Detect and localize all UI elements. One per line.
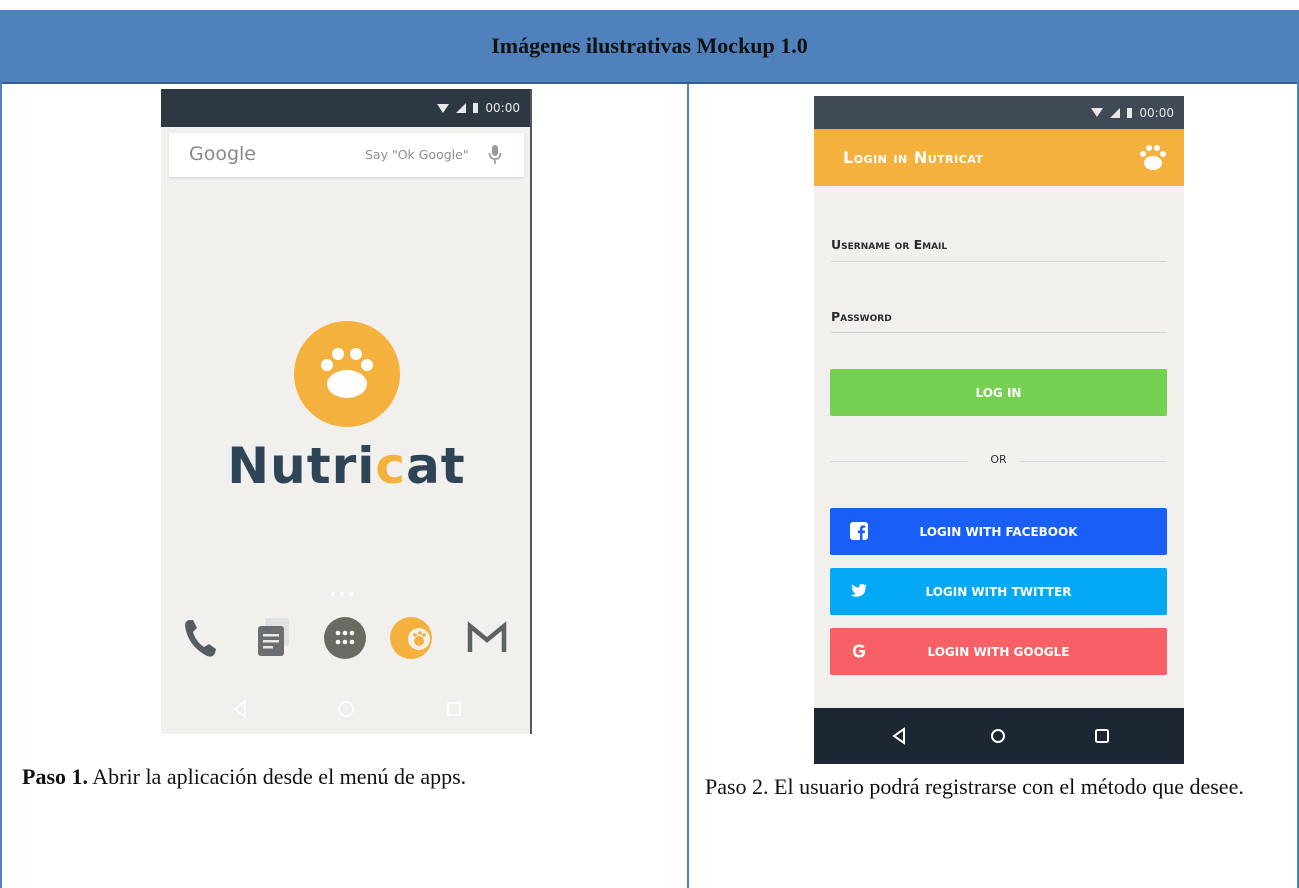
status-bar: 00:00	[814, 96, 1184, 129]
app-dock	[181, 616, 521, 660]
google-login-button[interactable]: LOGIN WITH GOOGLE	[830, 628, 1167, 675]
username-field[interactable]: Username or Email	[831, 237, 947, 252]
back-icon[interactable]	[233, 699, 246, 719]
username-underline	[831, 261, 1167, 262]
facebook-login-button[interactable]: LOGIN WITH FACEBOOK	[830, 508, 1167, 555]
messages-icon[interactable]	[255, 616, 291, 665]
home-screen-mockup: 00:00 Google Say "Ok Google" Nutricat	[161, 89, 532, 734]
phone-icon[interactable]	[183, 616, 219, 665]
page-indicator	[331, 592, 353, 596]
nutricat-wordmark: Nutricat	[227, 437, 466, 495]
recents-icon[interactable]	[1095, 729, 1109, 743]
voice-search-hint: Say "Ok Google"	[365, 147, 469, 162]
back-icon[interactable]	[892, 727, 905, 745]
recents-icon[interactable]	[447, 702, 461, 716]
step-1-caption: Paso 1. Abrir la aplicación desde el men…	[22, 764, 466, 790]
step-2-caption: Paso 2. El usuario podrá registrarse con…	[705, 774, 1244, 799]
signal-icon	[456, 103, 467, 113]
wifi-icon	[437, 103, 450, 113]
navigation-bar	[161, 686, 530, 734]
status-time: 00:00	[485, 101, 520, 115]
home-icon[interactable]	[991, 729, 1005, 743]
navigation-bar	[814, 708, 1184, 764]
password-field[interactable]: Password	[831, 309, 892, 324]
paw-icon	[1138, 143, 1168, 176]
google-login-label: LOGIN WITH GOOGLE	[927, 644, 1070, 659]
login-header: Login in Nutricat	[814, 129, 1184, 186]
or-label: OR	[990, 453, 1007, 466]
microphone-icon[interactable]	[488, 144, 502, 171]
twitter-login-button[interactable]: LOGIN WITH TWITTER	[830, 568, 1167, 615]
column-divider	[687, 84, 689, 888]
wifi-icon	[1091, 108, 1104, 117]
table-title: Imágenes ilustrativas Mockup 1.0	[491, 33, 808, 58]
step-1-label: Paso 1.	[22, 764, 88, 789]
login-title: Login in Nutricat	[843, 148, 984, 167]
facebook-login-label: LOGIN WITH FACEBOOK	[919, 524, 1078, 539]
google-logo: Google	[189, 143, 257, 165]
google-search-bar[interactable]: Google Say "Ok Google"	[169, 133, 524, 177]
home-icon[interactable]	[338, 701, 354, 717]
step-1-text: Abrir la aplicación desde el menú de app…	[88, 764, 467, 789]
signal-icon	[1110, 107, 1121, 118]
login-button[interactable]: LOG IN	[830, 369, 1167, 416]
apps-grid-icon[interactable]	[323, 616, 367, 665]
login-button-label: LOG IN	[975, 385, 1022, 400]
gmail-icon[interactable]	[467, 616, 507, 665]
password-underline	[831, 332, 1167, 333]
google-g-icon	[850, 642, 868, 660]
facebook-icon	[850, 522, 868, 540]
battery-icon	[1127, 107, 1133, 118]
nutricat-app-icon[interactable]	[389, 616, 435, 665]
nutricat-logo-icon	[294, 321, 400, 432]
status-bar: 00:00	[161, 89, 530, 127]
or-separator: OR	[830, 451, 1167, 471]
status-time: 00:00	[1139, 105, 1174, 120]
wordmark-accent-letter: c	[375, 437, 407, 495]
twitter-login-label: LOGIN WITH TWITTER	[925, 584, 1072, 599]
login-screen-mockup: 00:00 Login in Nutricat Username or Emai…	[814, 96, 1184, 764]
table-header: Imágenes ilustrativas Mockup 1.0	[2, 10, 1297, 84]
battery-icon	[473, 103, 479, 113]
twitter-icon	[850, 582, 868, 600]
